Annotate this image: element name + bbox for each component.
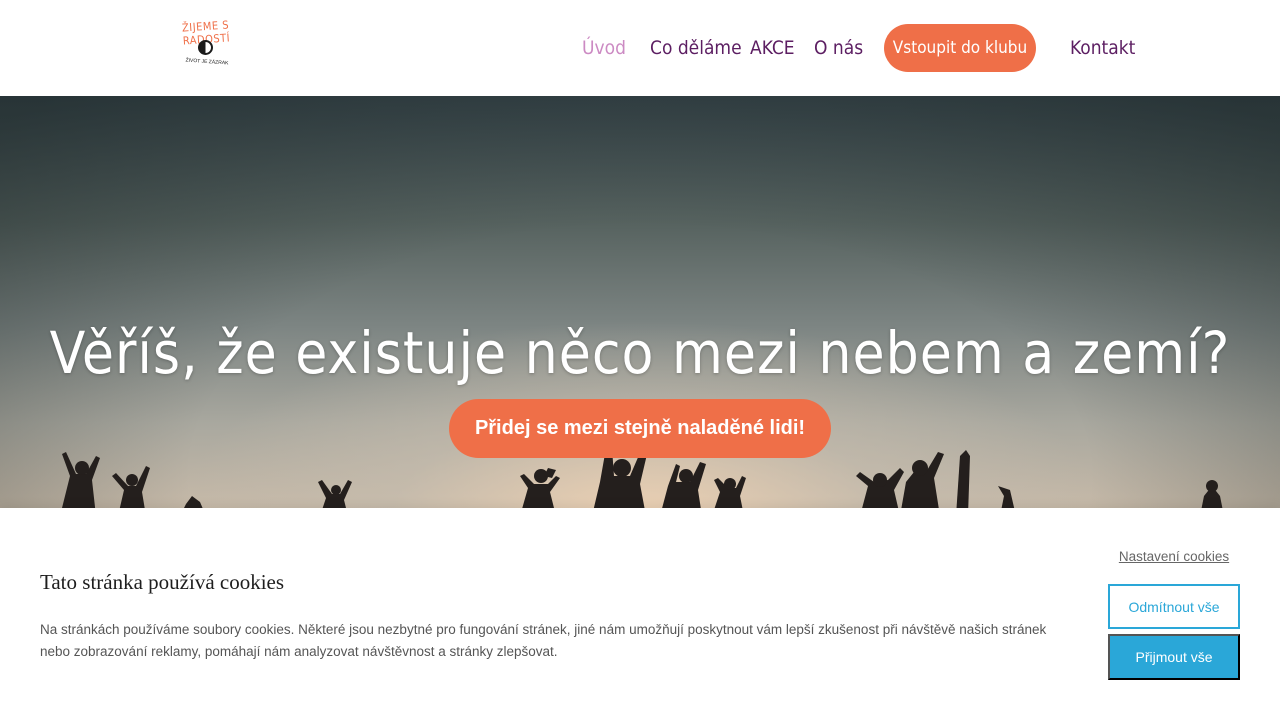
hero-title: Věříš, že existuje něco mezi nebem a zem… (49, 318, 1231, 387)
cookie-settings-link[interactable]: Nastavení cookies (1108, 549, 1240, 564)
nav-item-o-nas[interactable]: O nás (814, 24, 863, 72)
cookie-title: Tato stránka používá cookies (40, 570, 285, 594)
join-people-button[interactable]: Přidej se mezi stejně naladěné lidi! (449, 399, 831, 458)
nav-item-co-delame[interactable]: Co děláme (650, 24, 742, 72)
cookie-description: Na stránkách používáme soubory cookies. … (40, 622, 1047, 659)
nav-item-akce[interactable]: AKCE (750, 24, 795, 72)
logo-motto: ŽIVOT JE ZÁZRAK (185, 57, 229, 67)
site-header: ŽIJEME S RADOSTÍ ŽIVOT JE ZÁZRAK Úvod Co… (0, 0, 1280, 96)
site-logo[interactable]: ŽIJEME S RADOSTÍ ŽIVOT JE ZÁZRAK (158, 12, 254, 82)
eye-icon (198, 40, 213, 55)
hero-section: Věříš, že existuje něco mezi nebem a zem… (0, 96, 1280, 516)
nav-item-kontakt[interactable]: Kontakt (1070, 24, 1135, 72)
cookie-consent-bar: Tato stránka používá cookies Na stránkác… (0, 508, 1280, 720)
join-club-button[interactable]: Vstoupit do klubu (884, 24, 1036, 72)
nav-item-uvod[interactable]: Úvod (582, 24, 626, 72)
accept-all-button[interactable]: Přijmout vše (1108, 634, 1240, 680)
reject-all-button[interactable]: Odmítnout vše (1108, 584, 1240, 629)
